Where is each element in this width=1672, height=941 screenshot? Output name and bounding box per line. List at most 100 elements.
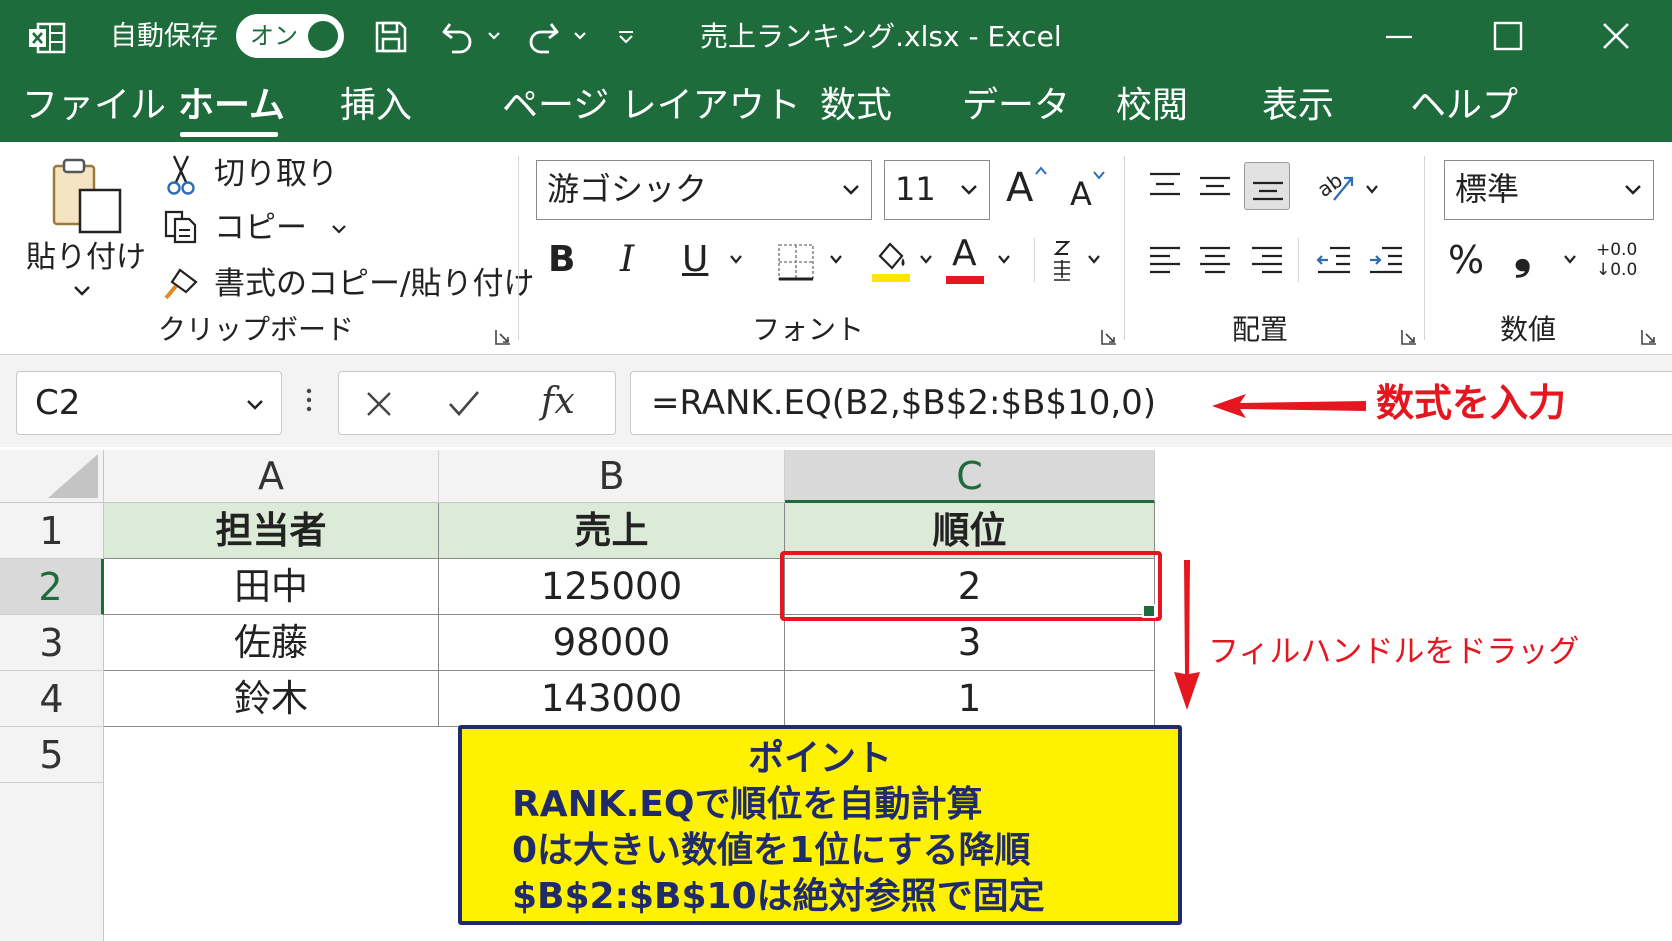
number-format-combo[interactable]: 標準: [1444, 160, 1654, 220]
row-header-3[interactable]: 3: [0, 615, 104, 671]
tab-home[interactable]: ホーム: [178, 84, 285, 128]
clipboard-launcher-icon[interactable]: [494, 328, 512, 346]
cell-c4[interactable]: 1: [785, 671, 1155, 727]
phonetic-dropdown-chevron-icon[interactable]: [1086, 254, 1102, 266]
tab-help[interactable]: ヘルプ: [1410, 84, 1518, 128]
tab-view[interactable]: 表示: [1262, 84, 1334, 128]
cell-b2[interactable]: 125000: [439, 559, 785, 615]
group-separator: [518, 156, 519, 340]
cell-a3[interactable]: 佐藤: [104, 615, 439, 671]
undo-icon[interactable]: [440, 20, 476, 54]
cell-b1[interactable]: 売上: [439, 503, 785, 559]
group-separator: [1424, 156, 1425, 340]
bold-button[interactable]: B: [548, 240, 575, 280]
decrease-indent-icon[interactable]: [1316, 244, 1352, 278]
tab-page-layout[interactable]: ページ レイアウト: [502, 84, 801, 128]
fill-color-dropdown-chevron-icon[interactable]: [918, 254, 934, 266]
row-header-5[interactable]: 5: [0, 727, 104, 783]
select-all-corner[interactable]: [0, 450, 104, 503]
number-launcher-icon[interactable]: [1640, 328, 1658, 346]
orientation-dropdown-chevron-icon[interactable]: [1364, 184, 1380, 196]
font-color-dropdown-chevron-icon[interactable]: [996, 254, 1012, 266]
align-top-icon[interactable]: [1148, 170, 1182, 200]
autosave-toggle[interactable]: オン: [236, 14, 344, 58]
column-header-c[interactable]: C: [785, 450, 1155, 503]
font-name-combo[interactable]: 游ゴシック: [536, 160, 872, 220]
tab-insert[interactable]: 挿入: [340, 84, 412, 128]
percent-style-button[interactable]: %: [1448, 240, 1484, 280]
align-bottom-button[interactable]: [1244, 162, 1290, 210]
fill-handle[interactable]: [1142, 604, 1156, 618]
font-color-button[interactable]: A: [952, 234, 977, 274]
excel-logo-icon[interactable]: [28, 22, 66, 54]
align-right-icon[interactable]: [1250, 244, 1284, 278]
paste-label[interactable]: 貼り付け: [26, 240, 146, 276]
decrease-decimal-button[interactable]: ↓0.0: [1596, 260, 1637, 280]
align-left-icon[interactable]: [1148, 244, 1182, 278]
chevron-down-icon: [247, 400, 263, 410]
insert-function-button[interactable]: fx: [541, 380, 575, 424]
fill-color-icon[interactable]: [872, 238, 910, 284]
maximize-button[interactable]: [1490, 18, 1526, 54]
tab-file[interactable]: ファイル: [22, 84, 166, 128]
copy-label[interactable]: コピー: [214, 210, 307, 246]
clipboard-group-label: クリップボード: [158, 313, 355, 346]
comma-dropdown-chevron-icon[interactable]: [1562, 254, 1578, 266]
name-box-value: C2: [35, 383, 81, 423]
alignment-launcher-icon[interactable]: [1400, 328, 1418, 346]
copy-icon[interactable]: [162, 208, 200, 246]
name-box[interactable]: C2: [16, 371, 282, 435]
cell-a4[interactable]: 鈴木: [104, 671, 439, 727]
row-header-4[interactable]: 4: [0, 671, 104, 727]
cell-b3[interactable]: 98000: [439, 615, 785, 671]
copy-dropdown-chevron-icon[interactable]: [330, 224, 348, 236]
underline-dropdown-chevron-icon[interactable]: [728, 254, 744, 266]
font-launcher-icon[interactable]: [1100, 328, 1118, 346]
row-header-2[interactable]: 2: [0, 559, 104, 615]
undo-dropdown-chevron-icon[interactable]: [486, 28, 502, 44]
save-icon[interactable]: [374, 20, 408, 54]
callout-line-1: RANK.EQで順位を自動計算: [512, 784, 983, 825]
align-center-icon[interactable]: [1198, 244, 1232, 278]
paste-icon[interactable]: [50, 156, 124, 236]
increase-indent-icon[interactable]: [1368, 244, 1404, 278]
close-button[interactable]: [1598, 18, 1634, 54]
tab-data[interactable]: データ: [962, 84, 1070, 128]
cancel-icon[interactable]: [365, 390, 393, 418]
shrink-font-button[interactable]: A: [1070, 174, 1092, 214]
redo-dropdown-chevron-icon[interactable]: [572, 28, 588, 44]
redo-icon[interactable]: [525, 20, 561, 54]
scissors-icon[interactable]: [166, 154, 196, 196]
tab-review[interactable]: 校閲: [1116, 84, 1188, 128]
minimize-button[interactable]: [1382, 20, 1416, 54]
grow-font-button[interactable]: A: [1006, 168, 1033, 208]
enter-check-icon[interactable]: [447, 388, 481, 418]
format-painter-label[interactable]: 書式のコピー/貼り付け: [214, 266, 534, 302]
increase-decimal-button[interactable]: +0.0: [1596, 240, 1637, 260]
italic-button[interactable]: I: [620, 240, 634, 280]
more-options-icon[interactable]: [306, 387, 312, 413]
borders-dropdown-chevron-icon[interactable]: [828, 254, 844, 266]
cut-label[interactable]: 切り取り: [214, 156, 338, 192]
customize-qat-icon[interactable]: [616, 27, 636, 47]
paste-dropdown-chevron-icon[interactable]: [72, 284, 92, 298]
borders-icon[interactable]: [776, 242, 816, 282]
cell-b4[interactable]: 143000: [439, 671, 785, 727]
font-size-combo[interactable]: 11: [884, 160, 990, 220]
column-header-a[interactable]: A: [104, 450, 439, 503]
underline-button[interactable]: U: [682, 240, 708, 280]
tip-callout: ポイント RANK.EQで順位を自動計算 0は大きい数値を1位にする降順 $B$…: [458, 725, 1182, 925]
tab-formulas[interactable]: 数式: [820, 84, 892, 128]
text-orientation-icon[interactable]: ab: [1316, 164, 1356, 204]
cell-c3[interactable]: 3: [785, 615, 1155, 671]
number-group-label: 数値: [1500, 313, 1557, 346]
column-header-b[interactable]: B: [439, 450, 785, 503]
autosave-state-label: オン: [250, 22, 298, 50]
phonetic-guide-icon[interactable]: [1048, 238, 1076, 282]
comma-style-button[interactable]: ❟: [1514, 232, 1531, 276]
align-middle-icon[interactable]: [1198, 170, 1232, 200]
cell-a1[interactable]: 担当者: [104, 503, 439, 559]
cell-a2[interactable]: 田中: [104, 559, 439, 615]
row-header-1[interactable]: 1: [0, 503, 104, 559]
format-painter-icon[interactable]: [162, 268, 200, 302]
